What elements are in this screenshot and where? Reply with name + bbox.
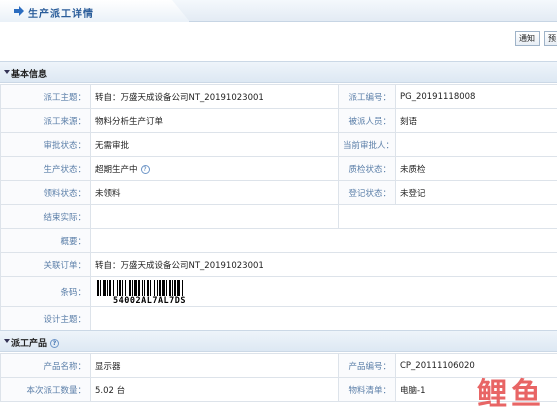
basic-info-title: 基本信息: [11, 70, 48, 80]
page-title: 生产派工详情: [28, 9, 94, 20]
help-icon[interactable]: ?: [140, 164, 150, 174]
barcode: 54002AL7AL7DS: [95, 279, 553, 306]
title-bar: 生产派工详情: [0, 0, 557, 22]
product-section-title-wrap: 派工产品?: [11, 336, 60, 349]
barcode-label: 条码：: [0, 276, 91, 307]
register-status-label: 登记状态：: [338, 180, 396, 205]
production-status-label: 生产状态：: [0, 156, 91, 181]
linked-order-value: 转自：万盛天成设备公司NT_20191023001: [90, 252, 557, 277]
dispatch-source-value: 物料分析生产订单: [90, 108, 339, 133]
product-table: 产品名称： 显示器 产品编号： CP_20111106020 本次派工数量： 5…: [0, 353, 557, 402]
basic-info-header[interactable]: 基本信息: [0, 61, 557, 83]
barcode-cell: 54002AL7AL7DS: [90, 276, 557, 307]
table-row: 审批状态： 无需审批 当前审批人：: [0, 132, 557, 157]
product-name-value: 显示器: [90, 353, 339, 378]
production-status-cell: 超期生产中?: [90, 156, 339, 181]
summary-value: [90, 228, 557, 253]
end-date-value: [90, 204, 339, 229]
linked-order-label: 关联订单：: [0, 252, 91, 277]
second-toolbar-button[interactable]: 预: [544, 31, 557, 46]
dispatch-quantity-label: 本次派工数量：: [0, 377, 91, 402]
table-row: 本次派工数量： 5.02 台 物料清单： 电脑-1: [0, 377, 557, 402]
dispatch-subject-label: 派工主题：: [0, 84, 91, 109]
help-icon[interactable]: ?: [50, 339, 60, 348]
product-section-title: 派工产品: [11, 339, 48, 349]
table-row: 派工主题： 转自：万盛天成设备公司NT_20191023001 派工编号： PG…: [0, 84, 557, 109]
table-row: 设计主题：: [0, 306, 557, 331]
dispatch-subject-value: 转自：万盛天成设备公司NT_20191023001: [90, 84, 339, 109]
product-name-label: 产品名称：: [0, 353, 91, 378]
current-approver-label: 当前审批人：: [338, 132, 396, 157]
basic-info-table: 派工主题： 转自：万盛天成设备公司NT_20191023001 派工编号： PG…: [0, 84, 557, 331]
design-subject-label: 设计主题：: [0, 306, 91, 331]
end-date-label: 结束实际：: [0, 204, 91, 229]
production-status-value: 超期生产中: [95, 164, 138, 175]
design-subject-value: [90, 306, 557, 331]
dispatch-number-label: 派工编号：: [338, 84, 396, 109]
dispatch-quantity-value: 5.02 台: [90, 377, 339, 402]
approval-status-value: 无需审批: [90, 132, 339, 157]
table-row: 概要：: [0, 228, 557, 253]
notify-button[interactable]: 通知: [515, 31, 540, 46]
product-section-header[interactable]: 派工产品?: [0, 330, 557, 352]
watermark-logo: 鲤鱼: [477, 377, 545, 412]
approval-status-label: 审批状态：: [0, 132, 91, 157]
table-row: 派工来源： 物料分析生产订单 被派人员： 刻语: [0, 108, 557, 133]
table-row: 产品名称： 显示器 产品编号： CP_20111106020: [0, 353, 557, 378]
material-status-label: 领料状态：: [0, 180, 91, 205]
empty-cell: [338, 204, 557, 229]
collapse-triangle-icon: [4, 70, 10, 74]
barcode-bars: [97, 279, 183, 296]
barcode-text: 54002AL7AL7DS: [113, 295, 187, 306]
current-approver-value: [395, 132, 557, 157]
qc-status-label: 质检状态：: [338, 156, 396, 181]
bom-label: 物料清单：: [338, 377, 396, 402]
register-status-value: 未登记: [395, 180, 557, 205]
table-row: 生产状态： 超期生产中? 质检状态： 未质检: [0, 156, 557, 181]
dispatch-number-value: PG_20191118008: [395, 84, 557, 109]
table-row: 条码： 54002AL7AL7DS: [0, 276, 557, 307]
assignee-value: 刻语: [395, 108, 557, 133]
qc-status-value: 未质检: [395, 156, 557, 181]
table-row: 领料状态： 未领料 登记状态： 未登记: [0, 180, 557, 205]
material-status-value: 未领料: [90, 180, 339, 205]
collapse-triangle-icon: [4, 339, 10, 343]
toolbar: 通知 预: [0, 22, 557, 52]
table-row: 结束实际：: [0, 204, 557, 229]
assignee-label: 被派人员：: [338, 108, 396, 133]
product-number-label: 产品编号：: [338, 353, 396, 378]
table-row: 关联订单： 转自：万盛天成设备公司NT_20191023001: [0, 252, 557, 277]
summary-label: 概要：: [0, 228, 91, 253]
arrow-right-icon: [14, 6, 24, 16]
dispatch-source-label: 派工来源：: [0, 108, 91, 133]
